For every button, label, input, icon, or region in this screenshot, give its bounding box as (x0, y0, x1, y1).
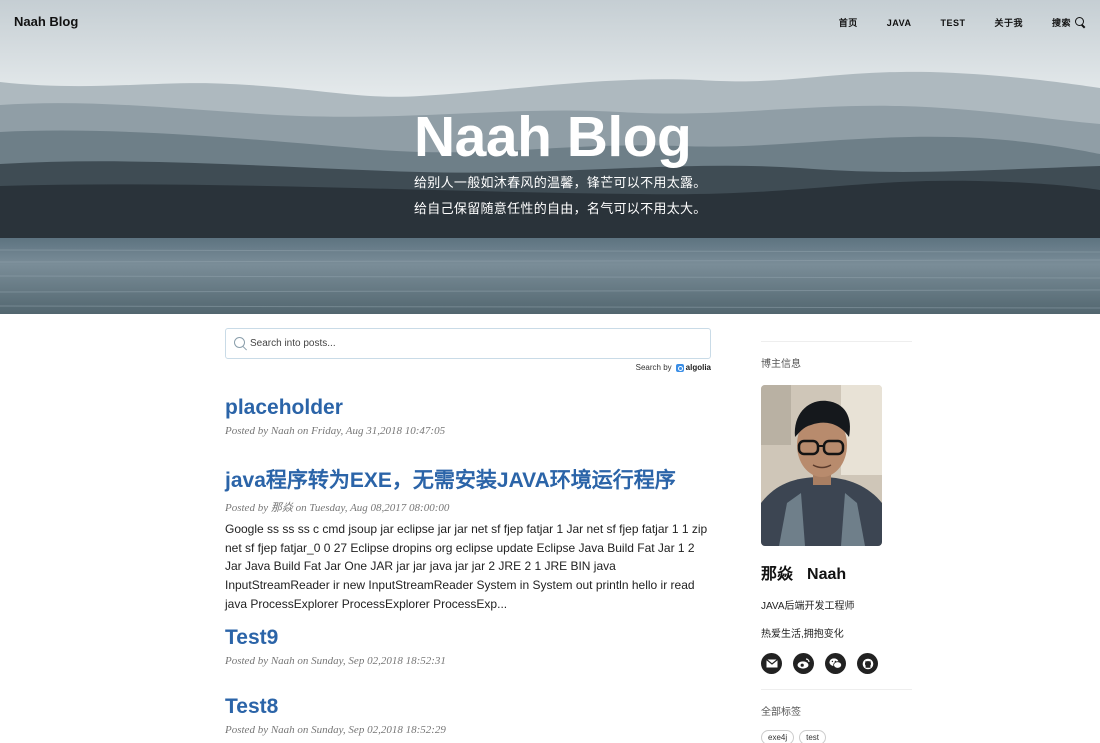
wechat-icon[interactable] (825, 653, 846, 674)
top-navbar: Naah Blog 首页 JAVA TEST 关于我 搜索 (0, 0, 1100, 44)
post-item: Test9 Posted by Naah on Sunday, Sep 02,2… (225, 626, 446, 667)
author-role: JAVA后端开发工程师 (761, 601, 855, 612)
hero-subtitle-line2: 给自己保留随意任性的自由，名气可以不用太大。 (414, 201, 707, 216)
sidebar-divider (761, 341, 912, 342)
post-title-link[interactable]: Test9 (225, 626, 446, 650)
post-title-link[interactable]: placeholder (225, 396, 445, 420)
post-meta: Posted by 那焱 on Tuesday, Aug 08,2017 08:… (225, 502, 450, 514)
nav-item-home[interactable]: 首页 (839, 16, 858, 29)
post-excerpt: Google ss ss ss c cmd jsoup jar eclipse … (225, 522, 708, 611)
envelope-icon[interactable] (761, 653, 782, 674)
tag-test[interactable]: test (799, 730, 827, 743)
nav-search-label: 搜索 (1051, 18, 1071, 28)
search-icon (234, 337, 247, 350)
avatar-photo (761, 385, 882, 546)
post-item: placeholder Posted by Naah on Friday, Au… (225, 396, 445, 437)
nav-item-about[interactable]: 关于我 (994, 16, 1023, 29)
post-meta: Posted by Naah on Friday, Aug 31,2018 10… (225, 425, 446, 437)
nav-item-java[interactable]: JAVA (887, 18, 912, 28)
search-by-algolia[interactable]: Search by algolia (636, 363, 711, 372)
author-motto: 热爱生活,拥抱变化 (761, 629, 844, 640)
social-links (761, 653, 912, 674)
post-search-box (225, 328, 711, 359)
author-name-cn: 那焱 (761, 566, 794, 583)
tag-list: exe4j test (761, 730, 912, 743)
author-name-en: Naah (807, 566, 847, 583)
hero-banner: Naah Blog 首页 JAVA TEST 关于我 搜索 Naah Blog … (0, 0, 1100, 314)
hero-subtitle-line1: 给别人一般如沐春风的温馨，锋芒可以不用太露。 (414, 175, 707, 190)
post-search-input[interactable] (250, 329, 690, 358)
post-item: java程序转为EXE，无需安装JAVA环境运行程序 Posted by 那焱 … (225, 464, 711, 614)
post-meta: Posted by Naah on Sunday, Sep 02,2018 18… (225, 724, 446, 736)
tags-heading: 全部标签 (761, 707, 801, 718)
algolia-label: algolia (685, 363, 711, 372)
author-name: 那焱 Naah (761, 560, 912, 584)
algolia-logo-icon (675, 363, 684, 372)
weibo-icon[interactable] (793, 653, 814, 674)
search-icon (1075, 17, 1086, 28)
sidebar-divider (761, 689, 912, 690)
avatar (761, 385, 882, 546)
hero-title: Naah Blog (414, 105, 692, 169)
post-title-link[interactable]: java程序转为EXE，无需安装JAVA环境运行程序 (225, 464, 711, 494)
post-meta: Posted by Naah on Sunday, Sep 02,2018 18… (225, 655, 446, 667)
profile-heading: 博主信息 (761, 359, 801, 370)
nav-item-test[interactable]: TEST (940, 18, 965, 28)
nav-item-search[interactable]: 搜索 (1052, 16, 1086, 29)
brand-logo[interactable]: Naah Blog (14, 14, 78, 29)
sidebar: 博主信息 那焱 Naah JAVA后端开发工程师 热爱生活,拥抱变化 全部标签 … (761, 341, 912, 743)
tag-exe4j[interactable]: exe4j (761, 730, 795, 743)
post-item: Test8 Posted by Naah on Sunday, Sep 02,2… (225, 695, 446, 736)
github-icon[interactable] (857, 653, 878, 674)
nav-menu: 首页 JAVA TEST 关于我 搜索 (810, 16, 1086, 29)
post-list-column: Search by algolia placeholder Posted by … (225, 328, 711, 736)
post-title-link[interactable]: Test8 (225, 695, 446, 719)
search-by-label: Search by (635, 363, 672, 372)
